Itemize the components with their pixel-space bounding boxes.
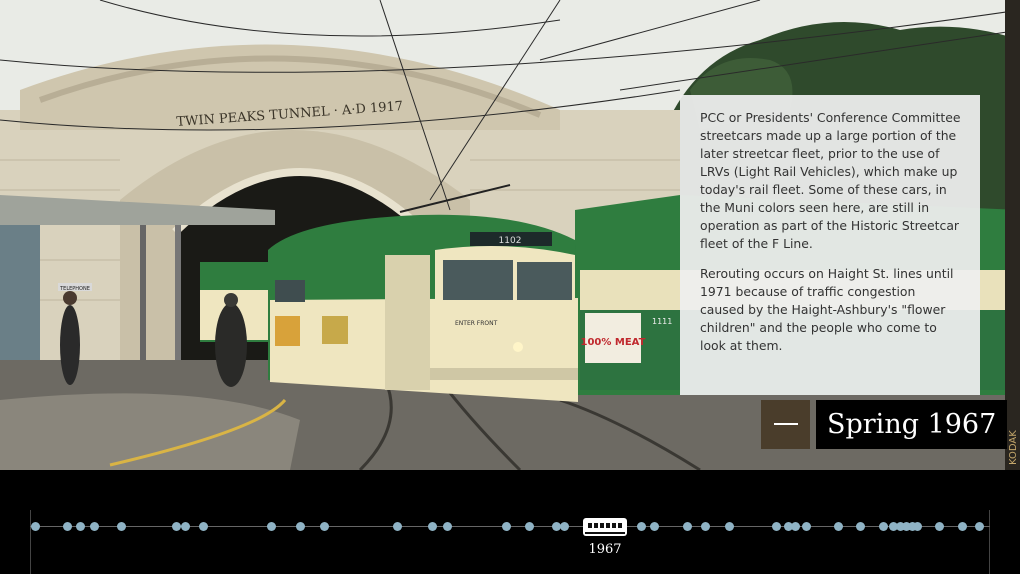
timeline-dot[interactable] xyxy=(428,522,437,531)
timeline-dot[interactable] xyxy=(975,522,984,531)
timeline-dot[interactable] xyxy=(181,522,190,531)
timeline-dot[interactable] xyxy=(525,522,534,531)
caption-panel: PCC or Presidents' Conference Committee … xyxy=(680,95,980,395)
enter-sign: ENTER FRONT xyxy=(455,320,498,327)
timeline-dot[interactable] xyxy=(31,522,40,531)
timeline-dot[interactable] xyxy=(802,522,811,531)
timeline-dot[interactable] xyxy=(296,522,305,531)
timeline-dot[interactable] xyxy=(935,522,944,531)
timeline-dot[interactable] xyxy=(443,522,452,531)
timeline-dot[interactable] xyxy=(650,522,659,531)
caption-paragraph-1: PCC or Presidents' Conference Committee … xyxy=(700,110,961,251)
film-edge-text: KODAK xyxy=(1008,430,1019,465)
second-car-number: 1111 xyxy=(652,317,672,326)
phone-sign: TELEPHONE xyxy=(59,286,90,292)
timeline-dot[interactable] xyxy=(76,522,85,531)
timeline-dot[interactable] xyxy=(63,522,72,531)
timeline-dot[interactable] xyxy=(637,522,646,531)
timeline-dot[interactable] xyxy=(856,522,865,531)
timeline-selected-year: 1967 xyxy=(588,542,622,557)
date-label: Spring 1967 xyxy=(816,400,1008,449)
timeline-dot[interactable] xyxy=(913,522,922,531)
timeline-dot[interactable] xyxy=(701,522,710,531)
timeline-dot[interactable] xyxy=(172,522,181,531)
car-number: 1102 xyxy=(499,236,522,246)
collapse-caption-button[interactable] xyxy=(761,400,810,449)
timeline-dot[interactable] xyxy=(560,522,569,531)
timeline-dot[interactable] xyxy=(683,522,692,531)
timeline-dot[interactable] xyxy=(834,522,843,531)
timeline-dot[interactable] xyxy=(772,522,781,531)
timeline-dot[interactable] xyxy=(502,522,511,531)
timeline-dot[interactable] xyxy=(393,522,402,531)
caption-paragraph-2: Rerouting occurs on Haight St. lines unt… xyxy=(700,266,954,353)
timeline-dot[interactable] xyxy=(320,522,329,531)
timeline-dot[interactable] xyxy=(791,522,800,531)
streetcar-marker-icon[interactable] xyxy=(583,518,627,536)
minus-icon xyxy=(774,423,798,425)
timeline-dot[interactable] xyxy=(117,522,126,531)
timeline-end-tick xyxy=(989,510,990,574)
timeline-dot[interactable] xyxy=(879,522,888,531)
timeline: 1967 xyxy=(0,470,1020,574)
ad-text: 100% MEAT xyxy=(581,337,646,348)
timeline-dot[interactable] xyxy=(725,522,734,531)
timeline-dot[interactable] xyxy=(958,522,967,531)
timeline-dot[interactable] xyxy=(199,522,208,531)
timeline-dot[interactable] xyxy=(267,522,276,531)
timeline-dot[interactable] xyxy=(90,522,99,531)
timeline-start-tick xyxy=(30,510,31,574)
